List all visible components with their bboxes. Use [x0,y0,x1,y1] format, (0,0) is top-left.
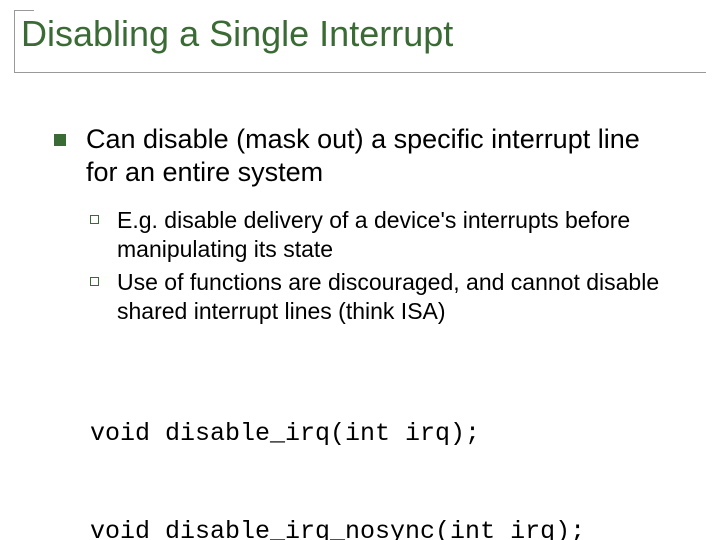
main-point-text: Can disable (mask out) a specific interr… [86,123,672,189]
sub-point-text: E.g. disable delivery of a device's inte… [117,206,672,264]
hollow-square-bullet-icon [90,215,99,224]
code-line: void disable_irq(int irq); [90,418,672,451]
slide: Disabling a Single Interrupt Can disable… [0,10,720,540]
square-bullet-icon [54,134,66,146]
main-bullet: Can disable (mask out) a specific interr… [54,123,672,189]
title-area: Disabling a Single Interrupt [14,10,706,73]
code-line: void disable_irq_nosync(int irq); [90,516,672,540]
slide-title: Disabling a Single Interrupt [14,10,706,73]
code-block: void disable_irq(int irq); void disable_… [90,353,672,540]
sub-bullet: Use of functions are discouraged, and ca… [90,268,672,326]
slide-body: Can disable (mask out) a specific interr… [0,73,720,540]
sub-point-text: Use of functions are discouraged, and ca… [117,268,672,326]
hollow-square-bullet-icon [90,277,99,286]
sub-bullet-list: E.g. disable delivery of a device's inte… [90,206,672,325]
sub-bullet: E.g. disable delivery of a device's inte… [90,206,672,264]
